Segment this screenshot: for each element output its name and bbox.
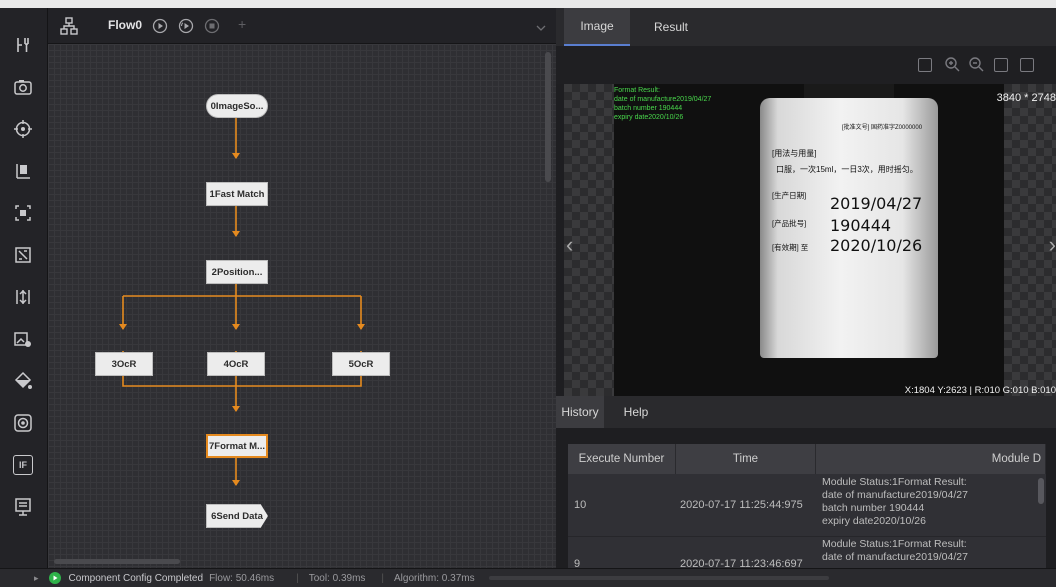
- tab-image[interactable]: Image: [564, 8, 630, 46]
- fullscreen-icon[interactable]: [1020, 58, 1034, 72]
- expand-icon[interactable]: ▸: [34, 573, 39, 584]
- flow-vertical-scrollbar[interactable]: [545, 52, 551, 182]
- status-message: Component Config Completed: [68, 572, 204, 584]
- table-scrollbar[interactable]: [1038, 478, 1044, 504]
- flow-node-send-data[interactable]: 6Send Data: [206, 504, 268, 528]
- label-batch-value: 190444: [830, 216, 892, 235]
- row-number: 10: [574, 499, 587, 511]
- row-detail-1: date of manufacture2019/04/27: [822, 489, 968, 501]
- label-usage-text: 口服，一次15ml，一日3次，用时摇匀。: [776, 165, 918, 174]
- run-status-icon: [48, 572, 61, 584]
- color-icon[interactable]: [10, 368, 36, 394]
- overlay-line-1: Format Result:: [614, 87, 660, 94]
- algorithm-time: Algorithm: 0.37ms: [394, 572, 475, 584]
- logic-if-label: IF: [13, 455, 33, 475]
- overlay-line-4: expiry date2020/10/26: [614, 114, 684, 121]
- tool-sidebar: IF: [0, 8, 48, 568]
- column-header-execute-number[interactable]: Execute Number: [568, 444, 676, 474]
- row-detail-3: expiry date2020/10/26: [822, 515, 926, 527]
- measure-icon[interactable]: [10, 200, 36, 226]
- status-divider: |: [296, 572, 299, 584]
- image-process-icon[interactable]: [10, 326, 36, 352]
- row-module-detail: Module Status:1Format Result: date of ma…: [822, 538, 968, 564]
- flow-header: Flow0 +: [48, 8, 556, 44]
- flow-panel: Flow0 + 0ImageSo... 1Fast Match 2Positio…: [48, 8, 556, 568]
- stop-icon[interactable]: [204, 18, 220, 39]
- pixel-info: X:1804 Y:2623 | R:010 G:010 B:010: [904, 385, 1056, 396]
- tab-history[interactable]: History: [556, 396, 604, 428]
- zoom-in-icon[interactable]: [944, 56, 960, 75]
- status-scrollbar[interactable]: [488, 576, 829, 580]
- row-number: 9: [574, 558, 581, 568]
- label-mfg-key: [生产日期]: [772, 191, 807, 200]
- history-table: Execute Number Time Module D 10 2020-07-…: [568, 444, 1046, 568]
- app-window: IF Flow0 + 0ImageSo... 1Fast Match 2Posi…: [0, 0, 1056, 587]
- flow-connectors: [119, 106, 365, 486]
- tab-result[interactable]: Result: [638, 8, 704, 46]
- flow-canvas[interactable]: 0ImageSo... 1Fast Match 2Position... 3Oc…: [48, 44, 556, 568]
- image-resolution: 3840 * 2748: [996, 92, 1056, 104]
- flow-node-image-source[interactable]: 0ImageSo...: [206, 94, 268, 118]
- prev-image-icon[interactable]: ‹: [566, 232, 573, 258]
- image-toolbar: [556, 46, 1056, 84]
- flow-tree-icon[interactable]: [60, 17, 78, 40]
- right-panel: Image Result [批准文号] 国药准字Z0000000 [用法与用量]…: [556, 8, 1056, 568]
- row-module-detail: Module Status:1Format Result: date of ma…: [822, 476, 968, 528]
- defect-icon[interactable]: [10, 410, 36, 436]
- status-divider: |: [381, 572, 385, 584]
- flow-node-format[interactable]: 7Format M...: [206, 434, 268, 458]
- flow-node-fast-match[interactable]: 1Fast Match: [206, 182, 268, 206]
- tool-time: Tool: 0.39ms: [308, 572, 366, 584]
- view-tab-bar: Image Result: [556, 8, 1056, 46]
- row-divider: [568, 536, 1046, 537]
- calibration-icon[interactable]: [10, 284, 36, 310]
- row-time: 2020-07-17 11:25:44:975: [680, 499, 803, 511]
- label-expiry-value: 2020/10/26: [830, 236, 923, 255]
- tools-icon[interactable]: [10, 32, 36, 58]
- overlay-line-2: date of manufacture2019/04/27: [614, 96, 712, 103]
- row-time: 2020-07-17 11:23:46:697: [680, 558, 803, 568]
- recognition-icon[interactable]: [10, 242, 36, 268]
- result-overlay: Format Result: date of manufacture2019/0…: [614, 86, 711, 122]
- history-tab-bar: History Help: [556, 396, 1056, 428]
- row-detail-1: date of manufacture2019/04/27: [822, 551, 968, 563]
- locate-icon[interactable]: [10, 158, 36, 184]
- logic-if-icon[interactable]: IF: [10, 452, 36, 478]
- top-strip: [0, 0, 1056, 8]
- flow-node-ocr-3[interactable]: 3OcR: [95, 352, 153, 376]
- label-usage-title: [用法与用量]: [772, 149, 817, 158]
- label-approval-text: [批准文号] 国药准字Z0000000: [842, 125, 923, 131]
- flow-time: Flow: 50.46ms: [209, 572, 275, 584]
- flow-horizontal-scrollbar[interactable]: [54, 559, 180, 564]
- column-header-time[interactable]: Time: [676, 444, 816, 474]
- run-loop-icon[interactable]: [178, 18, 194, 39]
- bottle-photo: [批准文号] 国药准字Z0000000 [用法与用量] 口服，一次15ml，一日…: [614, 84, 1004, 402]
- status-bar: ▸ Component Config Completed Flow: 50.46…: [0, 568, 1056, 587]
- label-batch-key: [产品批号]: [772, 219, 807, 228]
- tab-help[interactable]: Help: [612, 396, 660, 428]
- image-viewer[interactable]: [批准文号] 国药准字Z0000000 [用法与用量] 口服，一次15ml，一日…: [564, 84, 1056, 402]
- fit-window-icon[interactable]: [918, 58, 932, 72]
- flow-node-ocr-4[interactable]: 4OcR: [207, 352, 265, 376]
- flow-node-position[interactable]: 2Position...: [206, 260, 268, 284]
- label-mfg-value: 2019/04/27: [830, 194, 923, 213]
- zoom-out-icon[interactable]: [968, 56, 984, 77]
- add-flow-button[interactable]: +: [238, 16, 246, 32]
- overlay-line-3: batch number 190444: [614, 105, 683, 112]
- column-header-module[interactable]: Module D: [816, 444, 1046, 474]
- row-module-status: Module Status:1Format Result:: [822, 476, 967, 488]
- flow-node-ocr-5[interactable]: 5OcR: [332, 352, 390, 376]
- run-once-icon[interactable]: [152, 18, 168, 39]
- next-image-icon[interactable]: ›: [1049, 232, 1056, 258]
- actual-size-icon[interactable]: [994, 58, 1008, 72]
- row-detail-2: batch number 190444: [822, 502, 925, 514]
- chevron-down-icon[interactable]: [536, 20, 546, 38]
- communication-icon[interactable]: [10, 494, 36, 520]
- flow-tab-title[interactable]: Flow0: [108, 18, 142, 32]
- target-icon[interactable]: [10, 116, 36, 142]
- label-expiry-key: [有效期] 至: [772, 243, 809, 252]
- bottle-label: [批准文号] 国药准字Z0000000 [用法与用量] 口服，一次15ml，一日…: [760, 98, 938, 358]
- camera-icon[interactable]: [10, 74, 36, 100]
- row-module-status: Module Status:1Format Result:: [822, 538, 967, 550]
